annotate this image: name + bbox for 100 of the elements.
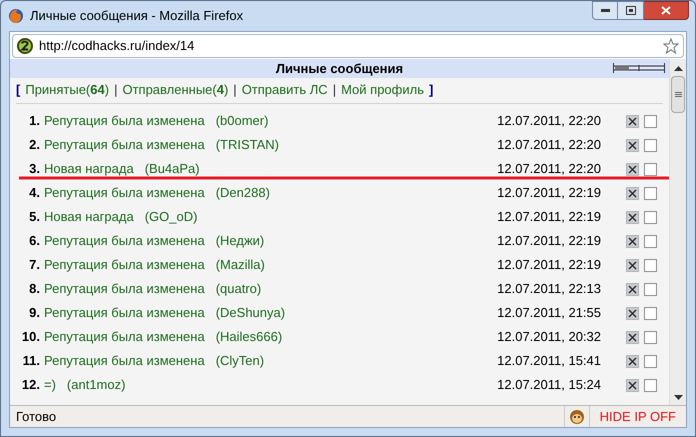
delete-button[interactable] [626,378,639,392]
message-subject[interactable]: Репутация была изменена [44,351,205,371]
message-checkbox[interactable] [644,330,657,344]
message-date: 12.07.2011, 21:55 [497,304,601,322]
separator: | [114,81,118,100]
message-date: 12.07.2011, 22:13 [497,280,601,298]
close-button[interactable] [644,1,689,20]
address-bar[interactable]: http://codhacks.ru/index/14 [12,34,684,58]
message-date: 12.07.2011, 22:19 [497,208,601,226]
message-subject[interactable]: Репутация была изменена [44,279,205,299]
message-subject[interactable]: Репутация была изменена [44,183,205,203]
message-subject[interactable]: =) [44,375,56,395]
message-subject[interactable]: Репутация была изменена [44,111,205,131]
message-number: 7. [28,256,40,274]
message-number: 8. [28,280,40,298]
scroll-up-icon[interactable] [674,65,682,71]
delete-icon [628,308,637,318]
author-name[interactable]: (Bu4aPa) [144,159,200,179]
minimize-icon [600,9,610,12]
hide-ip-status[interactable]: HIDE IP OFF [588,406,686,427]
message-subject[interactable]: Новая награда [44,159,134,179]
message-checkbox[interactable] [644,210,657,224]
message-checkbox[interactable] [644,234,657,248]
delete-icon [628,380,637,390]
author-name[interactable]: (Hailes666) [216,327,282,347]
message-date: 12.07.2011, 22:19 [497,232,601,250]
message-number: 9. [28,304,40,322]
delete-icon [628,164,637,174]
author-name[interactable]: (quatro) [216,279,262,299]
delete-button[interactable] [626,306,639,320]
message-number: 12. [20,376,40,394]
delete-button[interactable] [626,138,639,152]
message-checkbox[interactable] [644,354,657,368]
delete-button[interactable] [626,114,639,128]
delete-icon [628,188,637,198]
message-date: 12.07.2011, 20:32 [497,328,601,346]
message-number: 6. [28,232,40,250]
nav-link[interactable]: Принятые(64) [25,80,110,100]
message-checkbox[interactable] [644,258,657,272]
nav-link[interactable]: Отправить ЛС [242,80,328,100]
panel-title: Личные сообщения [276,60,404,78]
message-number: 4. [28,184,40,202]
nav-link[interactable]: Отправленные(4) [122,80,228,100]
message-checkbox[interactable] [644,114,657,128]
maximize-button[interactable] [618,1,644,20]
message-date: 12.07.2011, 22:19 [497,256,601,274]
scrollbar-thumb[interactable] [671,76,685,113]
message-checkbox[interactable] [644,162,657,176]
author-name[interactable]: (ClyTen) [216,351,264,371]
window-title: Личные сообщения - Mozilla Firefox [30,7,244,26]
url-text: http://codhacks.ru/index/14 [39,37,194,56]
restore-icon [626,6,636,15]
delete-button[interactable] [626,162,639,176]
delete-button[interactable] [626,354,639,368]
delete-button[interactable] [626,210,639,224]
message-checkbox[interactable] [644,306,657,320]
delete-icon [628,356,637,366]
message-checkbox[interactable] [644,186,657,200]
delete-button[interactable] [626,330,639,344]
bracket: [ [16,81,20,100]
status-text: Готово [16,408,56,426]
author-name[interactable]: (Mazilla) [216,255,265,275]
author-name[interactable]: (b0omer) [216,111,268,131]
message-date: 12.07.2011, 15:24 [497,376,601,394]
message-number: 1. [28,112,40,130]
delete-button[interactable] [626,234,639,248]
minimize-button[interactable] [592,1,618,20]
author-name[interactable]: (GO_oD) [144,207,198,227]
author-name[interactable]: (DeShunya) [216,303,286,323]
grip-icon [674,92,682,98]
delete-button[interactable] [626,282,639,296]
monkey-icon[interactable] [568,408,585,424]
delete-button[interactable] [626,258,639,272]
delete-icon [628,116,637,126]
scroll-down-icon[interactable] [674,395,682,401]
delete-icon [628,332,637,342]
message-subject[interactable]: Новая награда [44,207,134,227]
message-subject[interactable]: Репутация была изменена [44,303,205,323]
message-subject[interactable]: Репутация была изменена [44,231,205,251]
nav-link[interactable]: Мой профиль [341,80,424,100]
message-subject[interactable]: Репутация была изменена [44,255,205,275]
delete-button[interactable] [626,186,639,200]
message-checkbox[interactable] [644,378,657,392]
scrollbar[interactable] [669,59,686,405]
message-checkbox[interactable] [644,282,657,296]
site-icon [16,37,34,55]
separator: | [233,81,237,100]
author-name[interactable]: (Den288) [216,183,270,203]
message-checkbox[interactable] [644,138,657,152]
bookmark-star-icon[interactable] [663,38,679,54]
message-number: 11. [22,352,40,370]
message-subject[interactable]: Репутация была изменена [44,135,205,155]
message-date: 12.07.2011, 15:41 [497,352,601,370]
author-name[interactable]: (TRISTAN) [216,135,280,155]
bracket: ] [428,81,434,100]
message-date: 12.07.2011, 22:19 [497,184,601,202]
author-name[interactable]: (Неджи) [216,231,264,251]
message-number: 5. [28,208,40,226]
message-subject[interactable]: Репутация была изменена [44,327,205,347]
author-name[interactable]: (ant1moz) [66,375,126,395]
